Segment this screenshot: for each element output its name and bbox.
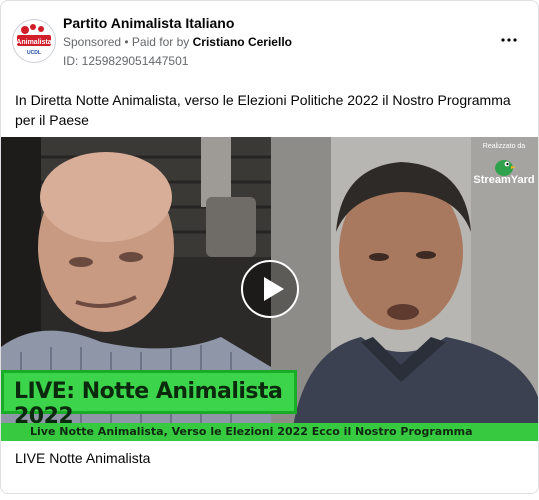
sponsored-line: Sponsored • Paid for by Cristiano Ceriel…: [63, 35, 292, 49]
streamyard-branding: Realizzato da StreamYard: [471, 143, 537, 186]
more-options-button[interactable]: [496, 30, 522, 50]
sponsored-label: Sponsored: [63, 35, 122, 49]
brand-small-text: Realizzato da: [482, 143, 526, 150]
duck-logo-icon: [495, 160, 516, 176]
page-name[interactable]: Partito Animalista Italiano: [63, 15, 234, 31]
svg-text:UCDL: UCDL: [27, 50, 41, 56]
ticker-text: Live Notte Animalista, Verso le Elezioni…: [30, 425, 473, 438]
video-player[interactable]: Realizzato da StreamYard LIVE: Notte Ani…: [1, 137, 538, 441]
live-banner-text: LIVE: Notte Animalista 2022: [14, 379, 283, 429]
video-caption[interactable]: LIVE Notte Animalista: [15, 450, 150, 466]
separator: •: [121, 35, 132, 49]
paid-for-prefix: Paid for by: [131, 35, 193, 49]
payer-name[interactable]: Cristiano Ceriello: [193, 35, 292, 49]
ad-post-card: Animalista UCDL Partito Animalista Itali…: [0, 0, 539, 494]
live-banner: LIVE: Notte Animalista 2022: [1, 370, 297, 429]
ad-id: ID: 1259829051447501: [63, 54, 189, 68]
svg-text:Animalista: Animalista: [16, 39, 52, 46]
play-button[interactable]: [241, 260, 299, 318]
post-text: In Diretta Notte Animalista, verso le El…: [15, 92, 511, 128]
party-logo-icon: Animalista UCDL: [14, 21, 54, 61]
page-avatar[interactable]: Animalista UCDL: [12, 19, 56, 63]
news-ticker: Live Notte Animalista, Verso le Elezioni…: [1, 423, 538, 441]
more-horizontal-icon: [501, 38, 517, 42]
